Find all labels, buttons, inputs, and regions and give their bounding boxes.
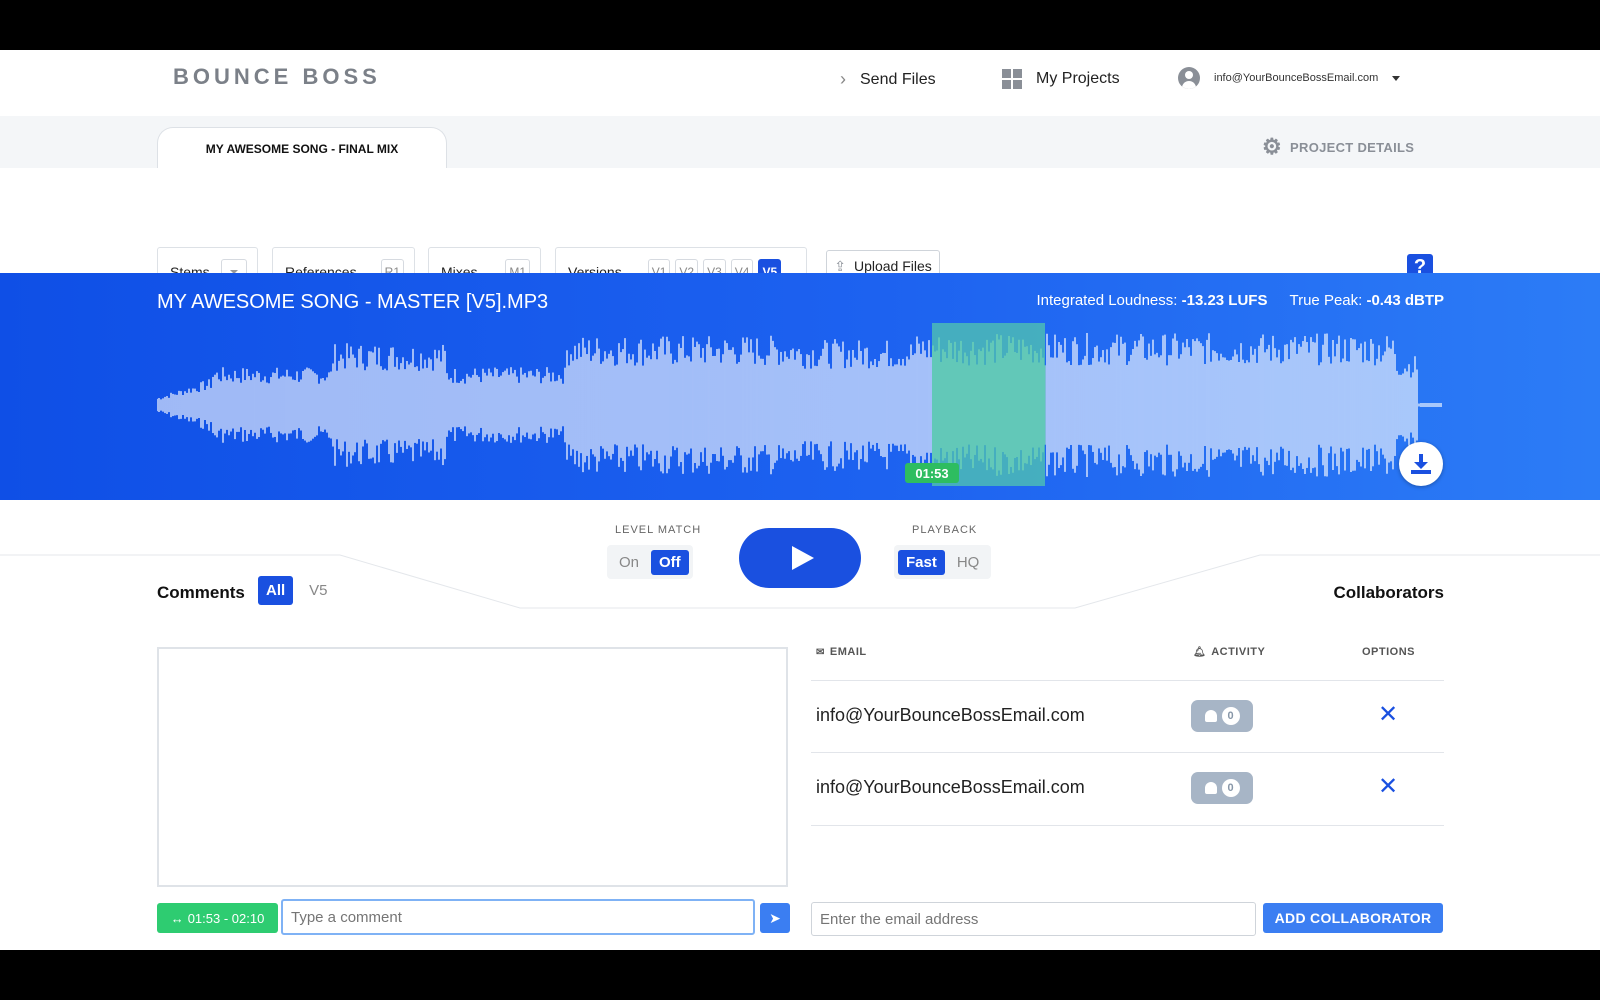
my-projects-label: My Projects (1036, 70, 1120, 87)
playback-label: PLAYBACK (912, 524, 978, 536)
letterbox-top (0, 0, 1600, 50)
user-menu[interactable]: info@YourBounceBossEmail.com (1178, 67, 1401, 89)
caret-down-icon (1392, 75, 1401, 81)
user-email: info@YourBounceBossEmail.com (1214, 72, 1379, 84)
top-header: BOUNCE BOSS › Send Files My Projects inf… (0, 50, 1600, 117)
project-tab-bar: MY AWESOME SONG - FINAL MIX ⚙ PROJECT DE… (0, 116, 1600, 170)
play-icon (792, 546, 814, 570)
loudness-label: Integrated Loudness: (1036, 292, 1178, 309)
app-window: BOUNCE BOSS › Send Files My Projects inf… (0, 50, 1600, 950)
send-files-label: Send Files (860, 70, 936, 88)
waveform-panel: MY AWESOME SONG - MASTER [V5].MP3 Integr… (0, 273, 1600, 500)
filter-v5[interactable]: V5 (301, 576, 335, 605)
collaborators-title: Collaborators (1333, 583, 1444, 602)
peak-value: -0.43 dBTP (1366, 292, 1444, 309)
comments-title: Comments (157, 583, 245, 602)
activity-count: 0 (1221, 707, 1240, 725)
email-column-header: ✉ EMAIL (816, 646, 867, 658)
playhead-time[interactable]: 01:53 (905, 463, 959, 483)
chevron-right-icon: › (840, 69, 846, 89)
player-controls: LEVEL MATCH On Off PLAYBACK Fast HQ Comm… (0, 500, 1600, 660)
tab-project[interactable]: MY AWESOME SONG - FINAL MIX (157, 127, 447, 170)
project-details-button[interactable]: ⚙ PROJECT DETAILS (1262, 136, 1414, 158)
envelope-icon: ✉ (816, 646, 825, 658)
range-arrows-icon: ↔ (170, 910, 184, 926)
activity-badge[interactable]: 0 (1191, 772, 1253, 804)
peak-label: True Peak: (1289, 292, 1363, 309)
bell-icon (1204, 782, 1217, 794)
track-title: MY AWESOME SONG - MASTER [V5].MP3 (157, 291, 549, 313)
add-collaborator-button[interactable]: ADD COLLABORATOR (1263, 903, 1443, 933)
level-off-option[interactable]: Off (651, 549, 689, 575)
comment-input[interactable] (281, 899, 755, 935)
options-column-header: OPTIONS (1362, 646, 1416, 658)
remove-collaborator-icon[interactable]: ✕ (1378, 700, 1398, 729)
comments-list[interactable] (157, 647, 788, 887)
comments-filter: All V5 (258, 576, 336, 605)
integrated-loudness: Integrated Loudness: -13.23 LUFS (1036, 292, 1267, 309)
level-match-toggle[interactable]: On Off (607, 545, 693, 579)
download-icon (1411, 454, 1431, 474)
collaborator-row: info@YourBounceBossEmail.com 0 ✕ (811, 752, 1444, 826)
playback-fast-option[interactable]: Fast (898, 549, 945, 575)
comment-range-chip[interactable]: ↔ 01:53 - 02:10 (157, 903, 278, 933)
playback-hq-option[interactable]: HQ (949, 550, 988, 575)
user-avatar-icon (1178, 67, 1200, 89)
true-peak: True Peak: -0.43 dBTP (1289, 292, 1444, 309)
bell-icon (1204, 710, 1217, 722)
selection-region[interactable] (932, 323, 1045, 486)
letterbox-bottom (0, 950, 1600, 1000)
upload-files-label: Upload Files (853, 258, 932, 274)
filter-all[interactable]: All (258, 576, 294, 605)
email-column-label: EMAIL (829, 646, 867, 658)
activity-column-header: 🔔︎ ACTIVITY (1193, 646, 1265, 658)
remove-collaborator-icon[interactable]: ✕ (1378, 772, 1398, 801)
bell-icon: 🔔︎ (1193, 646, 1207, 658)
activity-column-label: ACTIVITY (1211, 646, 1266, 658)
waveform-graphic[interactable] (157, 323, 1442, 486)
collaborator-row: info@YourBounceBossEmail.com 0 ✕ (811, 680, 1444, 753)
grid-icon (1002, 69, 1022, 89)
comment-range: 01:53 - 02:10 (187, 910, 265, 926)
download-button[interactable] (1399, 442, 1443, 486)
activity-badge[interactable]: 0 (1191, 700, 1253, 732)
collaborator-email-input[interactable] (811, 902, 1256, 936)
my-projects-link[interactable]: My Projects (1002, 69, 1120, 89)
play-button[interactable] (739, 528, 861, 588)
gear-icon: ⚙ (1262, 134, 1283, 159)
loudness-stats: Integrated Loudness: -13.23 LUFS True Pe… (1036, 292, 1444, 309)
send-files-link[interactable]: › Send Files (840, 69, 936, 90)
level-match-label: LEVEL MATCH (615, 524, 702, 536)
project-details-label: PROJECT DETAILS (1290, 139, 1415, 155)
send-comment-button[interactable]: ➤ (760, 903, 790, 933)
paper-plane-icon: ➤ (769, 909, 781, 926)
collaborator-email: info@YourBounceBossEmail.com (816, 777, 1085, 797)
level-on-option[interactable]: On (611, 550, 647, 575)
activity-count: 0 (1221, 779, 1240, 797)
app-logo[interactable]: BOUNCE BOSS (173, 64, 381, 90)
collaborator-email: info@YourBounceBossEmail.com (816, 705, 1085, 725)
loudness-value: -13.23 LUFS (1181, 292, 1268, 309)
upload-icon: ⇪ (834, 257, 846, 274)
playback-toggle[interactable]: Fast HQ (894, 545, 992, 579)
